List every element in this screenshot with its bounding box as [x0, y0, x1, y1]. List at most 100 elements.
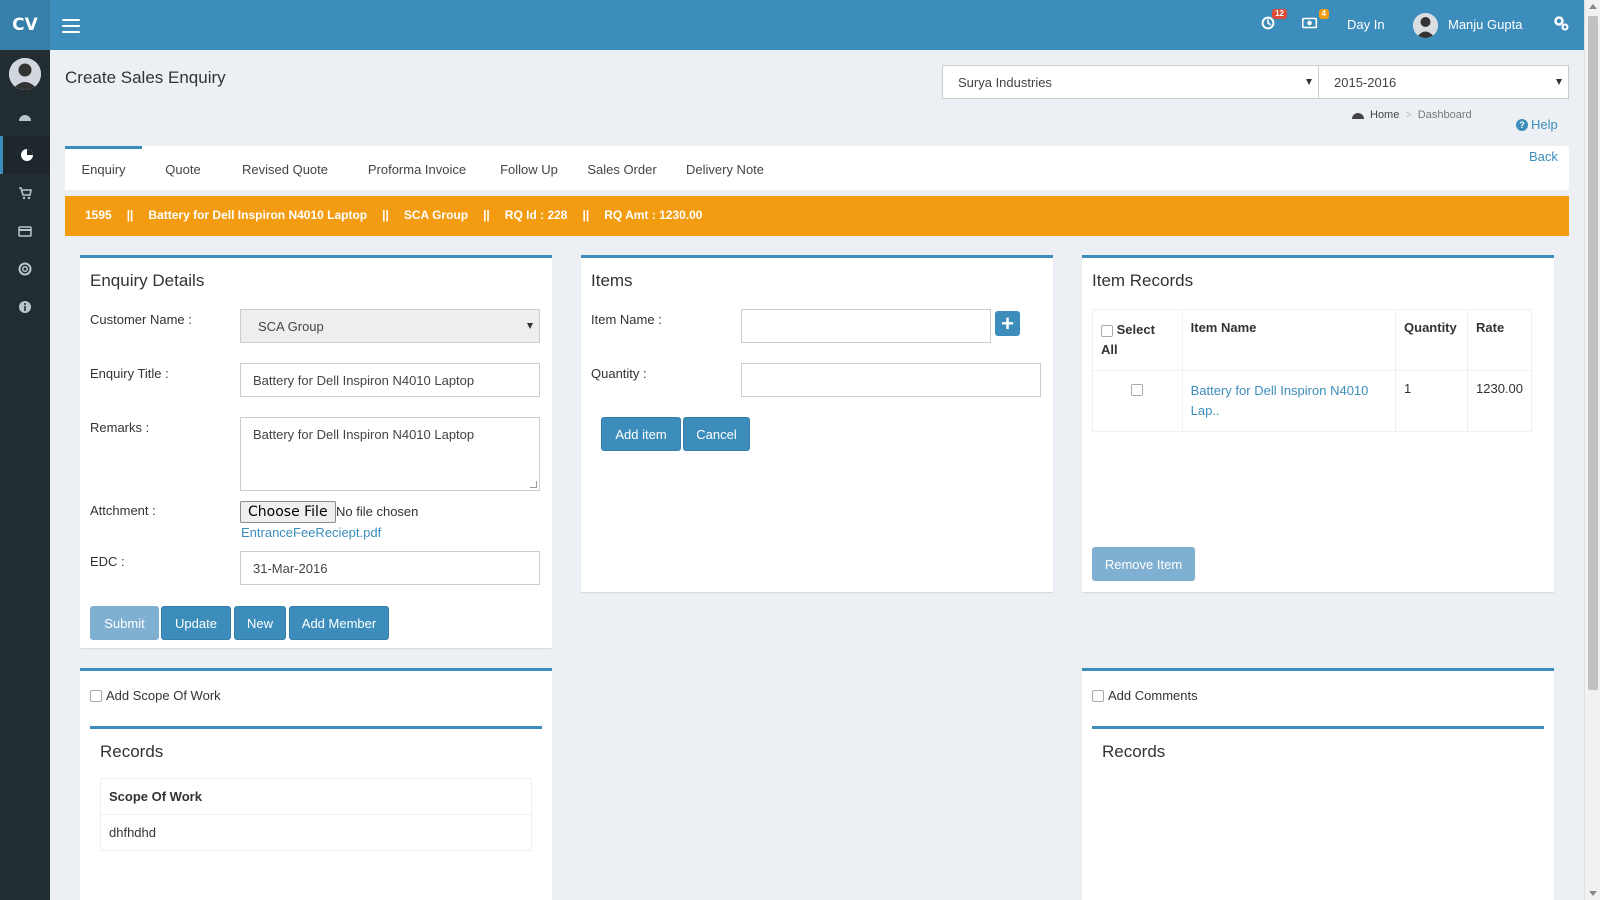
- select-all-header: Select All: [1092, 309, 1183, 371]
- company-select-value: Surya Industries: [958, 75, 1052, 90]
- resize-grip-icon[interactable]: [530, 481, 537, 488]
- company-select[interactable]: Surya Industries: [942, 65, 1319, 99]
- update-button[interactable]: Update: [161, 606, 231, 640]
- add-member-button[interactable]: Add Member: [289, 606, 389, 640]
- dashboard-icon: [1352, 113, 1364, 119]
- enquiry-title-label: Enquiry Title :: [90, 366, 169, 381]
- chevron-down-icon: [1556, 79, 1562, 85]
- tab-proforma-invoice[interactable]: Proforma Invoice: [352, 146, 482, 190]
- quantity-input[interactable]: [741, 363, 1041, 397]
- top-header: CV 12 4 Day In Manju Gupta: [0, 0, 1584, 50]
- user-name[interactable]: Manju Gupta: [1448, 17, 1522, 32]
- comments-records-title: Records: [1102, 742, 1166, 761]
- scrollbar-thumb[interactable]: [1588, 16, 1598, 690]
- new-button[interactable]: New: [234, 606, 286, 640]
- edc-date-input[interactable]: 31-Mar-2016: [240, 551, 540, 585]
- banner-enquiry-id: 1595: [85, 208, 112, 222]
- row-rate-cell: 1230.00: [1467, 370, 1532, 432]
- credit-card-icon: [18, 226, 32, 237]
- row-checkbox[interactable]: [1131, 383, 1144, 396]
- tab-enquiry[interactable]: Enquiry: [65, 146, 142, 190]
- row-item-name-link-cont[interactable]: Lap..: [1191, 403, 1220, 418]
- item-name-input[interactable]: [741, 309, 991, 343]
- comments-records-box: Records: [1092, 726, 1544, 900]
- back-link[interactable]: Back: [1529, 149, 1558, 164]
- scope-records-title: Records: [100, 742, 164, 761]
- tab-quote[interactable]: Quote: [145, 146, 221, 190]
- tab-sales-order[interactable]: Sales Order: [577, 146, 667, 190]
- add-item-plus-button[interactable]: +: [995, 311, 1020, 336]
- banner-separator: ||: [483, 208, 490, 222]
- scope-of-work-box: Add Scope Of Work Records Scope Of Work …: [80, 668, 552, 900]
- banner-rq-id: RQ Id : 228: [504, 208, 568, 222]
- banner-enquiry-title: Battery for Dell Inspiron N4010 Laptop: [148, 208, 368, 222]
- cart-icon: [19, 187, 32, 200]
- banner-separator: ||: [582, 208, 590, 222]
- chevron-down-icon: [1306, 79, 1312, 85]
- customer-name-value: SCA Group: [258, 319, 324, 334]
- choose-file-button[interactable]: Choose File: [240, 501, 336, 523]
- breadcrumb-separator: >: [1405, 109, 1412, 121]
- notifications-icon[interactable]: 12: [1259, 9, 1287, 34]
- sidebar-item-support[interactable]: [0, 250, 50, 288]
- year-select-value: 2015-2016: [1334, 75, 1397, 90]
- remarks-value: Battery for Dell Inspiron N4010 Laptop: [253, 427, 475, 442]
- row-select-cell: [1092, 370, 1183, 432]
- banner-separator: ||: [126, 208, 134, 222]
- checkbox-icon: [1092, 689, 1104, 702]
- cancel-button[interactable]: Cancel: [683, 417, 750, 451]
- scroll-up-icon[interactable]: [1589, 4, 1597, 9]
- pie-chart-icon: [20, 149, 33, 161]
- enquiry-title-input[interactable]: Battery for Dell Inspiron N4010 Laptop: [240, 363, 540, 397]
- row-item-name-link[interactable]: Battery for Dell Inspiron N4010: [1191, 383, 1369, 398]
- scroll-down-icon[interactable]: [1589, 891, 1597, 896]
- sidebar-item-info[interactable]: [0, 288, 50, 326]
- customer-name-label: Customer Name :: [90, 312, 192, 327]
- attachment-label: Attchment :: [90, 503, 156, 518]
- attachment-file-link[interactable]: EntranceFeeReciept.pdf: [241, 525, 381, 540]
- gears-icon[interactable]: [1552, 14, 1570, 32]
- sidebar-item-purchase[interactable]: [0, 174, 50, 212]
- sidebar-item-sales[interactable]: [0, 136, 50, 174]
- tab-follow-up[interactable]: Follow Up: [489, 146, 569, 190]
- remarks-label: Remarks :: [90, 420, 150, 435]
- remove-item-button[interactable]: Remove Item: [1092, 547, 1195, 581]
- item-records-table: Select All Item Name Quantity Rate Batte…: [1092, 309, 1532, 432]
- no-file-chosen-text: No file chosen: [336, 504, 419, 519]
- vertical-scrollbar[interactable]: [1584, 0, 1600, 900]
- dashboard-icon: [19, 115, 31, 121]
- scope-of-work-header: Scope Of Work: [100, 778, 532, 815]
- item-name-label: Item Name :: [591, 312, 662, 327]
- app-logo[interactable]: CV: [0, 0, 50, 50]
- add-scope-of-work-checkbox[interactable]: Add Scope Of Work: [90, 688, 221, 703]
- user-avatar[interactable]: [1413, 13, 1438, 38]
- tab-revised-quote[interactable]: Revised Quote: [225, 146, 345, 190]
- select-all-checkbox[interactable]: [1101, 324, 1113, 337]
- tabs-bar: Enquiry Quote Revised Quote Proforma Inv…: [65, 146, 1569, 190]
- add-item-button[interactable]: Add item: [601, 417, 681, 451]
- tab-delivery-note[interactable]: Delivery Note: [675, 146, 775, 190]
- add-comments-label: Add Comments: [1108, 688, 1198, 703]
- breadcrumb-home[interactable]: Home: [1370, 109, 1399, 121]
- submit-button[interactable]: Submit: [90, 606, 159, 640]
- info-icon: [19, 301, 31, 313]
- table-row: Battery for Dell Inspiron N4010 Lap.. 1 …: [1092, 370, 1532, 432]
- sidebar: [0, 50, 50, 900]
- plus-icon: +: [1001, 310, 1014, 336]
- checkbox-icon: [90, 689, 102, 702]
- menu-toggle-icon[interactable]: [62, 14, 80, 36]
- help-link[interactable]: ? Help: [1516, 117, 1558, 132]
- sidebar-item-payments[interactable]: [0, 212, 50, 250]
- remarks-textarea[interactable]: Battery for Dell Inspiron N4010 Laptop: [240, 417, 540, 491]
- banner-separator: ||: [382, 208, 389, 222]
- year-select[interactable]: 2015-2016: [1318, 65, 1569, 99]
- item-records-box: Item Records Select All Item Name Quanti…: [1082, 255, 1554, 592]
- add-comments-checkbox[interactable]: Add Comments: [1092, 688, 1198, 703]
- quantity-label: Quantity :: [591, 366, 647, 381]
- sidebar-avatar: [9, 58, 41, 90]
- messages-icon[interactable]: 4: [1301, 9, 1329, 34]
- customer-name-select[interactable]: SCA Group: [240, 309, 540, 343]
- day-in-button[interactable]: Day In: [1347, 17, 1385, 32]
- sidebar-item-dashboard[interactable]: [0, 98, 50, 136]
- table-header-row: Select All Item Name Quantity Rate: [1092, 309, 1532, 371]
